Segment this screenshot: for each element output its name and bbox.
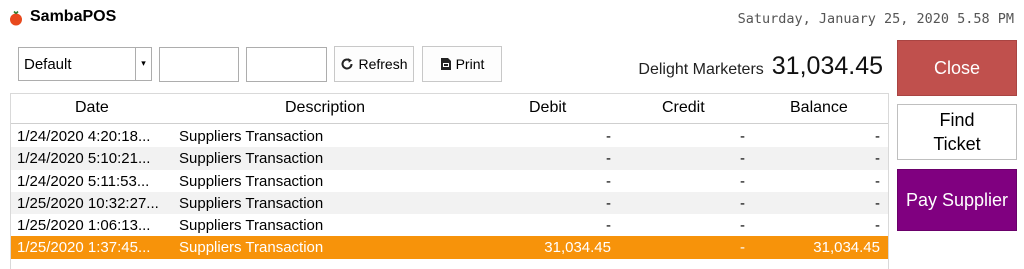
- find-ticket-button[interactable]: Find Ticket: [897, 104, 1017, 160]
- column-header-credit[interactable]: Credit: [662, 99, 705, 117]
- print-button[interactable]: Print: [422, 46, 502, 82]
- cell-date: 1/24/2020 5:11:53...: [17, 172, 150, 190]
- find-ticket-label: Find Ticket: [933, 110, 981, 154]
- cell-debit: 31,034.45: [544, 239, 611, 257]
- cell-credit: -: [740, 150, 745, 168]
- account-summary: Delight Marketers 31,034.45: [638, 52, 883, 81]
- cell-debit: -: [606, 150, 611, 168]
- datetime-display: Saturday, January 25, 2020 5.58 PM: [737, 11, 1014, 27]
- cell-credit: -: [740, 128, 745, 145]
- table-row[interactable]: 1/25/2020 1:06:13... Suppliers Transacti…: [11, 214, 888, 236]
- close-button[interactable]: Close: [897, 40, 1017, 96]
- cell-balance: -: [875, 172, 880, 190]
- cell-balance: -: [875, 194, 880, 212]
- cell-credit: -: [740, 172, 745, 190]
- cell-date: 1/24/2020 5:10:21...: [17, 150, 151, 168]
- table-row-selected[interactable]: 1/25/2020 1:37:45... Suppliers Transacti…: [11, 236, 888, 259]
- cell-balance: 31,034.45: [813, 239, 880, 257]
- account-name: Delight Marketers: [638, 61, 764, 78]
- cell-credit: -: [740, 239, 745, 257]
- cell-date: 1/25/2020 1:06:13...: [17, 217, 151, 235]
- refresh-button-label: Refresh: [358, 56, 408, 72]
- cell-credit: -: [740, 217, 745, 235]
- table-row[interactable]: 1/24/2020 5:11:53... Suppliers Transacti…: [11, 170, 888, 192]
- cell-description: Suppliers Transaction: [179, 239, 324, 257]
- column-header-balance[interactable]: Balance: [790, 99, 848, 117]
- cell-balance: -: [875, 128, 880, 145]
- account-balance: 31,034.45: [771, 52, 883, 80]
- cell-date: 1/24/2020 4:20:18...: [17, 128, 151, 145]
- refresh-icon: [342, 58, 353, 70]
- cell-description: Suppliers Transaction: [179, 194, 324, 212]
- print-icon: [440, 58, 451, 70]
- cell-credit: -: [740, 194, 745, 212]
- cell-balance: -: [875, 150, 880, 168]
- cell-description: Suppliers Transaction: [179, 150, 324, 168]
- column-header-date[interactable]: Date: [75, 99, 109, 117]
- tomato-logo-icon: [10, 10, 22, 26]
- table-row[interactable]: 1/25/2020 10:32:27... Suppliers Transact…: [11, 191, 888, 215]
- filter-select[interactable]: Default ▾: [18, 47, 152, 81]
- print-button-label: Print: [455, 56, 485, 72]
- cell-date: 1/25/2020 10:32:27...: [17, 194, 159, 212]
- cell-balance: -: [875, 217, 880, 235]
- refresh-button[interactable]: Refresh: [334, 46, 414, 82]
- cell-description: Suppliers Transaction: [179, 217, 324, 235]
- end-date-input[interactable]: [246, 47, 327, 82]
- cell-debit: -: [606, 172, 611, 190]
- app-title: SambaPOS: [30, 8, 117, 25]
- start-date-input[interactable]: [159, 47, 239, 82]
- cell-debit: -: [606, 194, 611, 212]
- column-header-debit[interactable]: Debit: [529, 99, 566, 117]
- transactions-table: Date Description Debit Credit Balance 1/…: [10, 93, 889, 269]
- cell-debit: -: [606, 217, 611, 235]
- table-body: 1/24/2020 4:20:18... Suppliers Transacti…: [11, 125, 888, 259]
- chevron-down-icon[interactable]: ▾: [135, 48, 151, 80]
- column-header-description[interactable]: Description: [285, 99, 365, 117]
- title-bar: SambaPOS Saturday, January 25, 2020 5.58…: [0, 0, 1024, 38]
- cell-description: Suppliers Transaction: [179, 128, 324, 145]
- table-row[interactable]: 1/24/2020 5:10:21... Suppliers Transacti…: [11, 147, 888, 170]
- filter-select-value: Default: [24, 56, 72, 73]
- cell-debit: -: [606, 128, 611, 145]
- pay-supplier-button[interactable]: Pay Supplier: [897, 169, 1017, 231]
- table-header: Date Description Debit Credit Balance: [11, 94, 888, 124]
- table-row[interactable]: 1/24/2020 4:20:18... Suppliers Transacti…: [11, 125, 888, 147]
- cell-description: Suppliers Transaction: [179, 172, 324, 190]
- cell-date: 1/25/2020 1:37:45...: [17, 239, 151, 257]
